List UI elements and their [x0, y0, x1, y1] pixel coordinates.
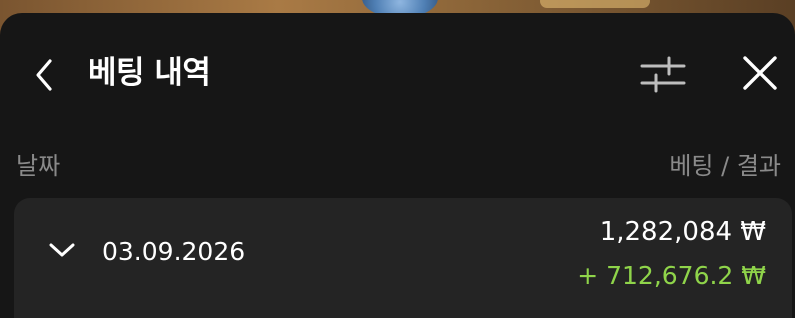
page-title: 베팅 내역	[88, 55, 211, 91]
row-result: + 712,676.2 ₩	[577, 261, 766, 290]
background-highlight	[540, 0, 650, 8]
row-date: 03.09.2026	[102, 237, 246, 266]
sliders-icon	[640, 56, 686, 93]
close-button[interactable]	[738, 51, 782, 95]
column-header-bet-result: 베팅 / 결과	[669, 152, 781, 180]
chevron-left-icon	[36, 59, 52, 91]
back-button[interactable]	[26, 55, 66, 95]
row-bet-amount: 1,282,084 ₩	[599, 217, 766, 247]
chevron-down-icon[interactable]	[48, 240, 76, 260]
column-header-date: 날짜	[16, 152, 61, 180]
bet-history-row[interactable]: 03.09.2026 1,282,084 ₩ + 712,676.2 ₩	[14, 198, 792, 318]
close-icon	[743, 56, 777, 90]
filter-button[interactable]	[638, 53, 688, 93]
